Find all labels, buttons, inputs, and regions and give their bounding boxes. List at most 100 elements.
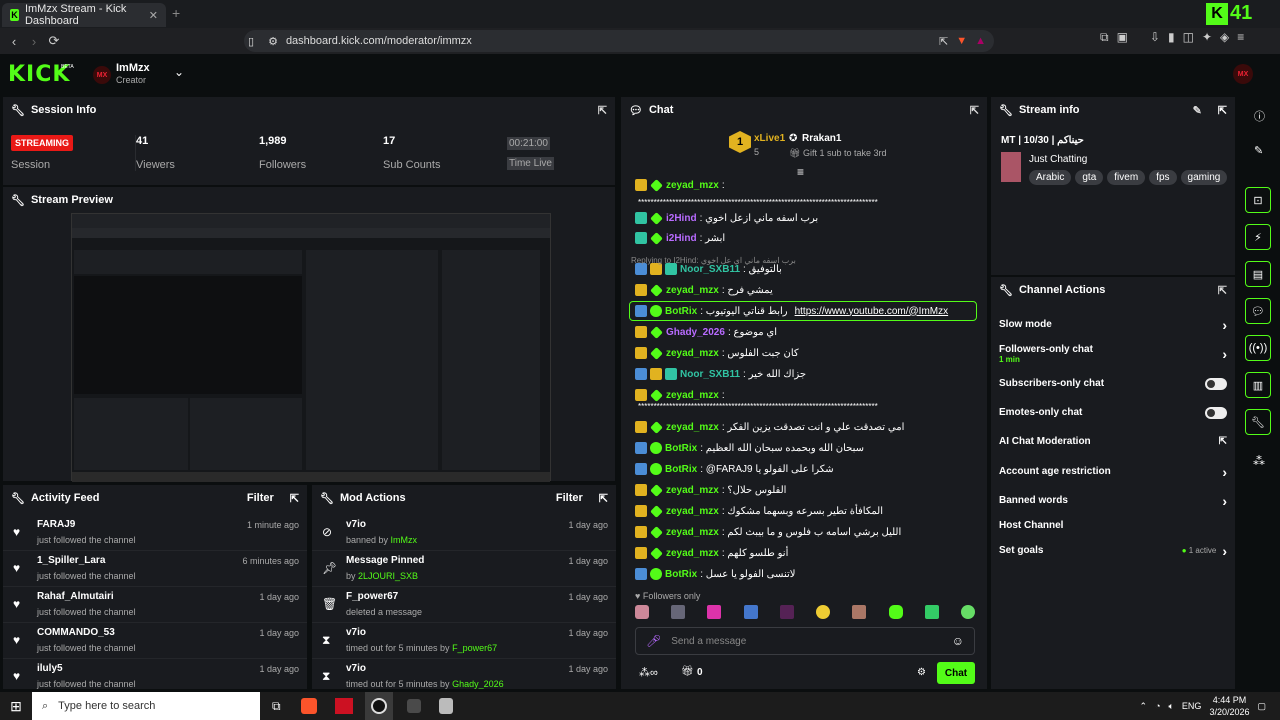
sidebar-quick-action-doc-icon[interactable]: ▤ [1245, 261, 1271, 287]
chat-send-button[interactable]: Chat [937, 662, 975, 684]
emote[interactable] [635, 605, 649, 619]
gift-count-icon[interactable]: 🎁︎ [681, 666, 694, 677]
chat-username[interactable]: zeyad_mzx [666, 180, 719, 191]
browser-tab[interactable]: K ImMzx Stream - Kick Dashboard ✕ [2, 3, 166, 27]
chat-input-placeholder[interactable]: Send a message [671, 636, 746, 647]
chat-username[interactable]: i2Hind [666, 233, 697, 244]
emote[interactable] [852, 605, 867, 619]
emote[interactable] [671, 605, 686, 619]
microphone-icon[interactable]: 🎤︎ [646, 634, 661, 648]
chat-username[interactable]: BotRix [665, 443, 697, 454]
ai-moderation-action[interactable]: AI Chat Moderation ⇱ [991, 427, 1235, 456]
chat-username[interactable]: zeyad_mzx [666, 285, 719, 296]
stream-preview-video[interactable] [71, 213, 551, 482]
new-tab-icon[interactable]: + [172, 5, 180, 21]
chat-username[interactable]: BotRix [665, 306, 697, 317]
sidebar-quick-action-wrench-icon[interactable]: 🔧︎ [1245, 409, 1271, 435]
mod-filter-button[interactable]: Filter [556, 492, 583, 504]
brave-taskbar-icon[interactable] [300, 698, 317, 714]
tag[interactable]: fps [1149, 170, 1177, 185]
info-icon[interactable]: ⓘ [1254, 108, 1265, 124]
bookmark-icon[interactable]: ▯ [248, 35, 254, 48]
share-icon[interactable]: ⇱ [939, 35, 948, 48]
subscribers-only-action[interactable]: Subscribers-only chat [991, 369, 1235, 398]
tag[interactable]: gaming [1180, 170, 1228, 185]
brave-shield-icon[interactable]: ▼ [956, 35, 967, 47]
app3-taskbar-icon[interactable] [438, 698, 453, 714]
chat-username[interactable]: zeyad_mzx [666, 348, 719, 359]
taskbar-search[interactable]: ⌕ Type here to search [32, 692, 260, 720]
subscribers-only-toggle[interactable] [1205, 377, 1227, 390]
chat-username[interactable]: Noor_SXB11 [680, 369, 740, 380]
chat-username[interactable]: Noor_SXB11 [680, 264, 740, 275]
windows-start-icon[interactable]: ⊞ [0, 698, 32, 715]
reload-icon[interactable]: ⟳ [44, 33, 64, 49]
task-view-icon[interactable]: ⧉ [272, 699, 281, 714]
edit-icon[interactable]: ✎ [1254, 144, 1263, 157]
expand-icon[interactable]: ⇱ [290, 492, 299, 505]
slow-mode-action[interactable]: Slow mode › [991, 310, 1235, 339]
emote[interactable] [743, 605, 758, 619]
emote[interactable] [707, 605, 722, 619]
tag[interactable]: Arabic [1029, 170, 1072, 185]
category-thumbnail[interactable] [1001, 152, 1021, 182]
chat-settings-gear-icon[interactable]: ⚙ [917, 667, 926, 678]
points-infinity-icon[interactable]: ⁂∞ [639, 666, 658, 679]
sidebar-icon[interactable]: ▮ [1168, 30, 1175, 45]
expand-icon[interactable]: ⇱ [1218, 104, 1227, 117]
expand-icon[interactable]: ⇱ [598, 104, 607, 117]
chat-username[interactable]: Ghady_2026 [666, 327, 725, 338]
close-tab-icon[interactable]: ✕ [149, 9, 158, 22]
chat-input[interactable]: 🎤︎ Send a message ☺ [635, 627, 975, 655]
set-goals-action[interactable]: Set goals ● 1 active › [991, 536, 1235, 565]
emoji-icon[interactable]: ☺ [952, 634, 964, 648]
sidebar-quick-action-clip-icon[interactable]: ⊡ [1245, 187, 1271, 213]
site-info-icon[interactable]: ⚙ [268, 35, 278, 48]
channel-switch-chevron-icon[interactable]: ⌄ [174, 65, 184, 79]
vpn-icon[interactable]: ◈ [1220, 30, 1229, 45]
emotes-only-action[interactable]: Emotes-only chat [991, 398, 1235, 427]
tag[interactable]: gta [1075, 170, 1104, 185]
address-bar[interactable]: ▯ ⚙ dashboard.kick.com/moderator/immzx ⇱… [244, 30, 994, 52]
chat-username[interactable]: zeyad_mzx [666, 506, 719, 517]
sidebar-more-icon[interactable]: ⁂ [1253, 454, 1265, 468]
leo-icon[interactable]: ✦ [1202, 30, 1212, 45]
account-age-action[interactable]: Account age restriction › [991, 457, 1235, 486]
expand-icon[interactable]: ⇱ [599, 492, 608, 505]
menu-icon[interactable]: ≡ [1237, 30, 1244, 45]
top-gifter-2-name[interactable]: Rrakan1 [802, 133, 841, 144]
activity-filter-button[interactable]: Filter [247, 492, 274, 504]
back-icon[interactable]: ‹ [4, 34, 24, 49]
user-avatar[interactable]: MX [1233, 64, 1253, 84]
tag[interactable]: fivem [1107, 170, 1146, 185]
extensions-icon[interactable]: ⧉ [1100, 30, 1109, 45]
sidebar-quick-action-lightning-icon[interactable]: ⚡︎ [1245, 224, 1271, 250]
sidebar-quick-action-broadcast-icon[interactable]: ((•)) [1245, 335, 1271, 361]
app-taskbar-icon[interactable] [334, 698, 353, 714]
followers-only-action[interactable]: Followers-only chat 1 min › [991, 339, 1235, 369]
top-gifter-1-name[interactable]: xLive1 [754, 133, 785, 144]
emote[interactable] [924, 605, 939, 619]
chat-username[interactable]: zeyad_mzx [666, 422, 719, 433]
stream-category[interactable]: Just Chatting [1029, 154, 1087, 165]
expand-icon[interactable]: ⇱ [970, 104, 979, 117]
chat-username[interactable]: BotRix [665, 569, 697, 580]
clock[interactable]: 4:44 PM 3/20/2026 [1209, 694, 1249, 718]
wallet-icon[interactable]: ◫ [1183, 30, 1194, 45]
chat-username[interactable]: zeyad_mzx [666, 485, 719, 496]
emote[interactable] [779, 605, 794, 619]
chat-username[interactable]: BotRix [665, 464, 697, 475]
edit-pencil-icon[interactable]: ✎ [1193, 104, 1202, 117]
tray-chevron-icon[interactable]: ⌃ [1140, 701, 1148, 712]
chat-link[interactable]: https://www.youtube.com/@ImMzx [795, 306, 949, 317]
download-icon[interactable]: ⇩ [1150, 30, 1160, 45]
chat-username[interactable]: i2Hind [666, 213, 697, 224]
screenshot-icon[interactable]: ▣ [1117, 30, 1128, 45]
gift-sub-hint[interactable]: 🎁︎ Gift 1 sub to take 3rd [789, 148, 886, 159]
sidebar-quick-action-chat-icon[interactable]: 💬︎ [1245, 298, 1271, 324]
emote[interactable] [816, 605, 831, 619]
volume-icon[interactable]: 🔈︎ [1169, 701, 1174, 712]
url-text[interactable]: dashboard.kick.com/moderator/immzx [286, 35, 472, 47]
chat-username[interactable]: zeyad_mzx [666, 527, 719, 538]
language-indicator[interactable]: ENG [1182, 701, 1202, 711]
